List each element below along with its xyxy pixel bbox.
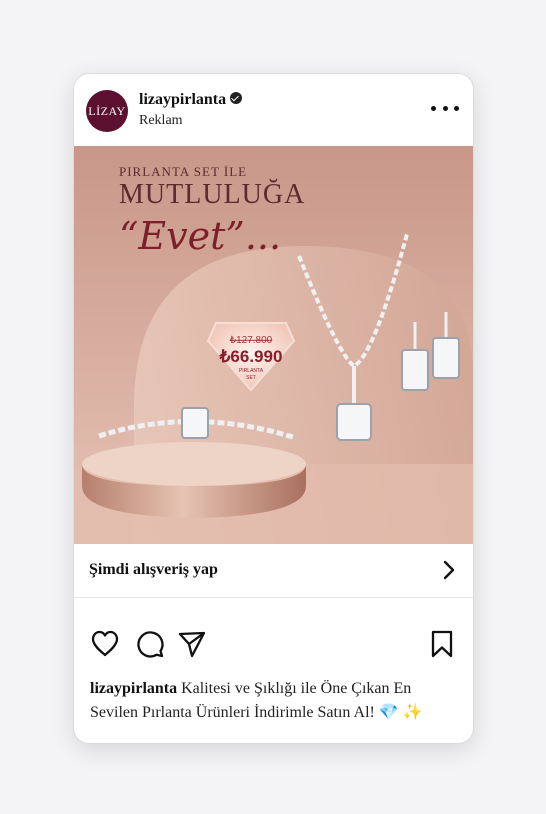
ad-image[interactable]: PIRLANTA SET İLE MUTLULUĞA “Evet”... ₺12… xyxy=(74,146,473,544)
old-price: ₺127.800 xyxy=(230,335,273,346)
price-caption-2: SET xyxy=(246,375,256,381)
chevron-right-icon xyxy=(443,560,455,580)
more-dot xyxy=(442,105,448,111)
caption-username[interactable]: lizaypirlanta xyxy=(90,680,177,697)
headline-script: “Evet”... xyxy=(119,214,281,258)
more-dot xyxy=(454,105,459,111)
post-actions xyxy=(74,619,473,669)
earring-right xyxy=(432,337,460,379)
pedestal-top xyxy=(82,442,306,486)
earring-left xyxy=(401,349,429,391)
avatar[interactable]: LİZAY xyxy=(86,90,128,132)
bracelet-centerpiece xyxy=(181,407,209,439)
username[interactable]: lizaypirlanta xyxy=(139,91,243,109)
bookmark-icon[interactable] xyxy=(427,629,457,659)
more-dot xyxy=(431,105,436,111)
ad-artwork: PIRLANTA SET İLE MUTLULUĞA “Evet”... ₺12… xyxy=(74,146,473,544)
new-price: ₺66.990 xyxy=(219,347,283,366)
heart-icon[interactable] xyxy=(90,629,120,659)
price-caption-1: PIRLANTA xyxy=(239,368,264,374)
necklace-pendant xyxy=(336,403,372,441)
comment-icon[interactable] xyxy=(135,629,165,659)
shop-now-label: Şimdi alışveriş yap xyxy=(89,561,218,578)
shop-now-button[interactable]: Şimdi alışveriş yap xyxy=(74,544,473,598)
sponsored-label: Reklam xyxy=(139,113,183,128)
headline-big: MUTLULUĞA xyxy=(119,179,305,210)
instagram-ad-post: LİZAY lizaypirlanta Reklam PIRLANTA SET … xyxy=(73,73,474,744)
more-icon[interactable] xyxy=(431,100,459,116)
send-icon[interactable] xyxy=(177,629,207,659)
post-header: LİZAY lizaypirlanta Reklam xyxy=(74,74,473,146)
headline-small: PIRLANTA SET İLE xyxy=(119,164,247,179)
username-text[interactable]: lizaypirlanta xyxy=(139,91,226,108)
avatar-logo-text: LİZAY xyxy=(88,103,126,118)
post-caption: lizaypirlanta Kalitesi ve Şıklığı ile Ön… xyxy=(90,677,460,725)
verified-badge-icon xyxy=(230,92,243,105)
